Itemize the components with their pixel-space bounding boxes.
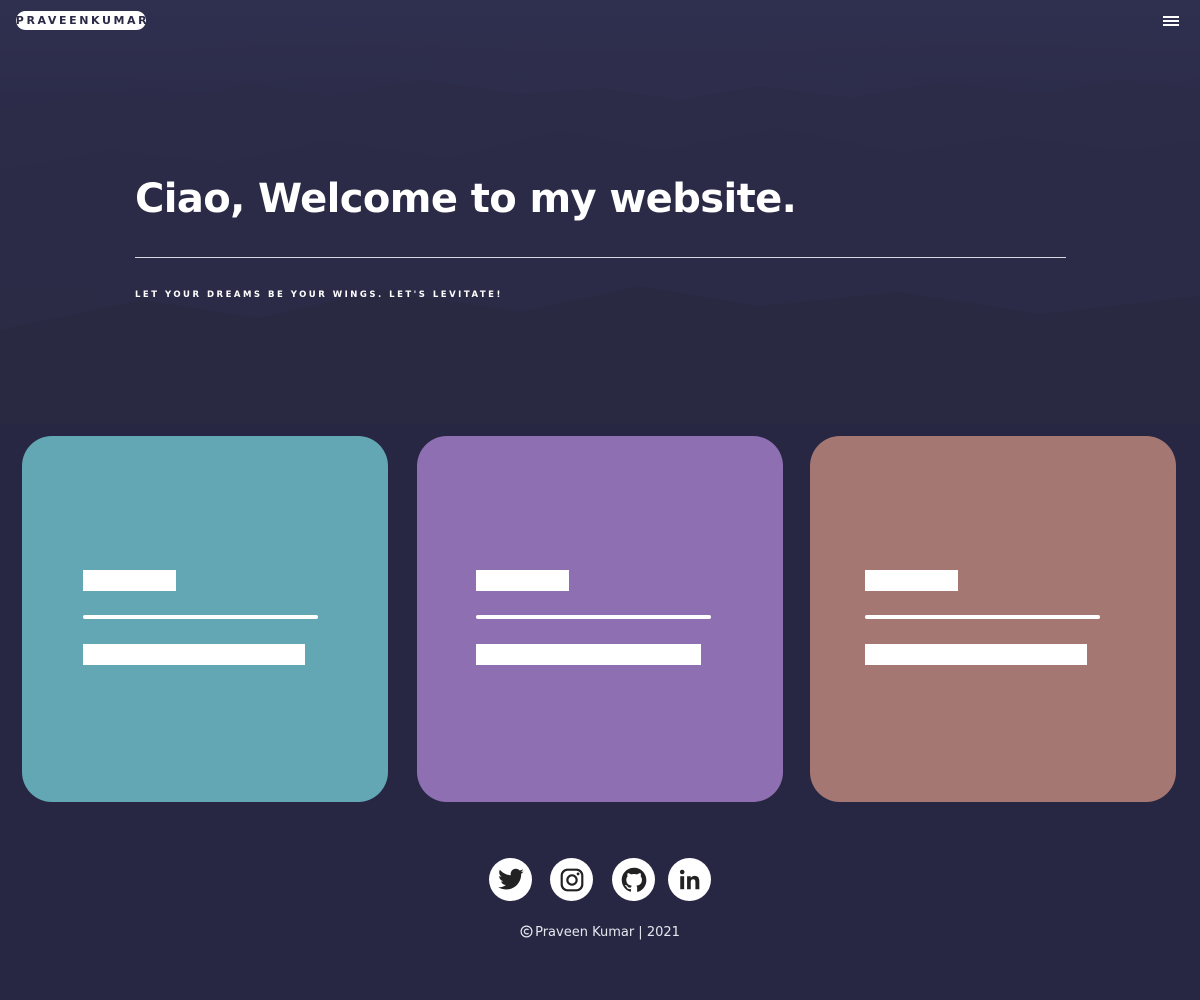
logo-text: PRAVEENKUMAR <box>15 14 150 27</box>
card-rose[interactable] <box>810 436 1176 802</box>
card-divider <box>476 615 711 619</box>
card-divider <box>865 615 1100 619</box>
card-subtitle-placeholder <box>83 644 305 665</box>
hamburger-menu-icon[interactable] <box>1162 14 1180 28</box>
card-title-placeholder <box>476 570 569 591</box>
card-title-placeholder <box>83 570 176 591</box>
footer: Praveen Kumar | 2021 <box>0 925 1200 942</box>
copyright-icon <box>520 925 533 942</box>
hero-divider <box>135 257 1066 258</box>
card-divider <box>83 615 318 619</box>
card-purple[interactable] <box>417 436 783 802</box>
card-title-placeholder <box>865 570 958 591</box>
page: PRAVEENKUMAR Ciao, Welcome to my website… <box>0 0 1200 1000</box>
linkedin-icon[interactable] <box>668 858 711 901</box>
card-subtitle-placeholder <box>865 644 1087 665</box>
github-icon[interactable] <box>612 858 655 901</box>
card-subtitle-placeholder <box>476 644 701 665</box>
site-logo[interactable]: PRAVEENKUMAR <box>15 11 150 30</box>
instagram-icon[interactable] <box>550 858 593 901</box>
hero-tagline: LET YOUR DREAMS BE YOUR WINGS. LET'S LEV… <box>135 290 503 300</box>
footer-text: Praveen Kumar | 2021 <box>535 925 680 940</box>
hero-section: PRAVEENKUMAR Ciao, Welcome to my website… <box>0 0 1200 424</box>
hero-title: Ciao, Welcome to my website. <box>135 176 797 222</box>
card-teal[interactable] <box>22 436 388 802</box>
twitter-icon[interactable] <box>489 858 532 901</box>
